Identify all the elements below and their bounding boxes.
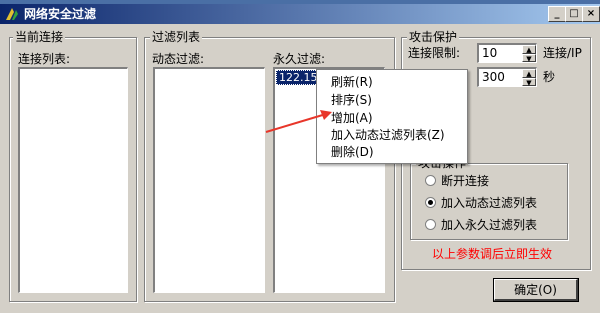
window-title: 网络安全过滤 <box>24 7 97 21</box>
app-icon <box>6 8 18 20</box>
connection-limit-label: 连接限制: <box>408 46 461 60</box>
connection-list-label: 连接列表: <box>18 52 71 66</box>
minimize-icon: _ <box>554 8 560 19</box>
connection-limit-value: 10 <box>482 46 498 60</box>
radio-add-dynamic-label[interactable]: 加入动态过滤列表 <box>441 196 537 210</box>
maximize-icon: □ <box>569 8 579 19</box>
close-icon: × <box>586 8 596 19</box>
minimize-button[interactable]: _ <box>548 6 566 22</box>
radio-selected-dot <box>428 200 433 205</box>
connection-limit-unit: 连接/IP <box>543 46 582 60</box>
permanent-filter-label: 永久过滤: <box>273 52 326 66</box>
filter-list-title: 过滤列表 <box>150 30 203 44</box>
spin-up-icon[interactable]: ▲ <box>522 45 536 54</box>
time-window-unit: 秒 <box>543 70 556 84</box>
notice-text: 以上参数调后立即生效 <box>432 247 553 261</box>
ok-button[interactable]: 确定(O) <box>493 278 579 302</box>
menu-item-add-dynamic[interactable]: 加入动态过滤列表(Z) <box>331 128 445 142</box>
connection-limit-stepper[interactable]: 10 ▲ ▼ <box>477 43 537 63</box>
menu-item-delete[interactable]: 删除(D) <box>331 145 374 159</box>
radio-add-dynamic[interactable] <box>425 197 436 208</box>
dynamic-filter-list[interactable] <box>153 67 265 293</box>
time-window-value: 300 <box>482 70 505 84</box>
radio-add-permanent[interactable] <box>425 219 436 230</box>
menu-item-refresh[interactable]: 刷新(R) <box>331 75 373 89</box>
radio-add-permanent-label[interactable]: 加入永久过滤列表 <box>441 218 537 232</box>
dynamic-filter-label: 动态过滤: <box>152 52 205 66</box>
close-button[interactable]: × <box>582 6 600 22</box>
maximize-button[interactable]: □ <box>565 6 583 22</box>
spin-down-icon[interactable]: ▼ <box>522 77 536 86</box>
attack-protection-title: 攻击保护 <box>407 30 460 44</box>
radio-disconnect[interactable] <box>425 175 436 186</box>
time-window-stepper[interactable]: 300 ▲ ▼ <box>477 67 537 87</box>
connection-list[interactable] <box>18 67 128 293</box>
annotation-arrow-icon <box>265 110 332 133</box>
current-connections-title: 当前连接 <box>13 30 66 44</box>
spin-up-icon[interactable]: ▲ <box>522 69 536 78</box>
radio-disconnect-label[interactable]: 断开连接 <box>441 174 489 188</box>
title-bar[interactable]: 网络安全过滤 _ □ × <box>0 4 600 24</box>
spin-down-icon[interactable]: ▼ <box>522 53 536 62</box>
